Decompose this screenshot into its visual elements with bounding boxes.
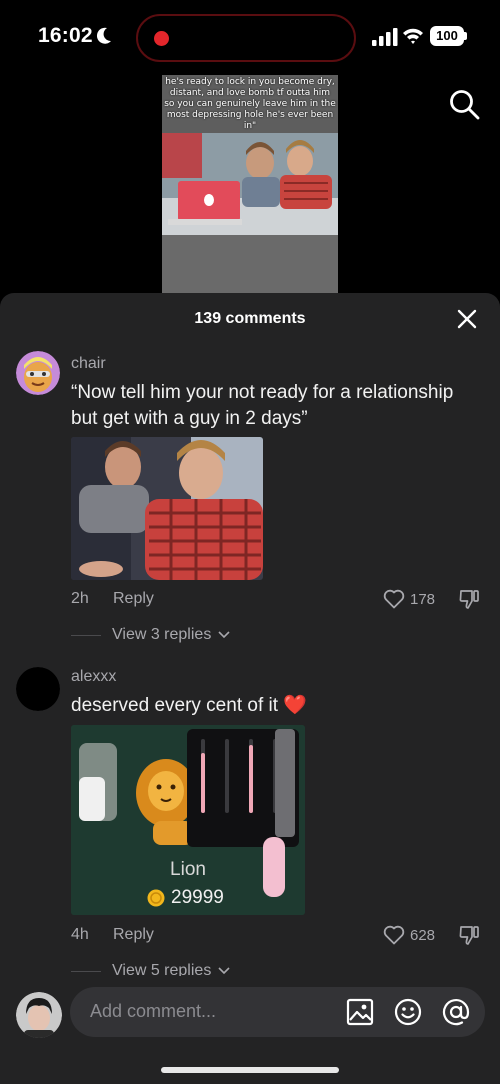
close-icon[interactable] <box>455 307 479 331</box>
dislike-icon[interactable] <box>458 924 480 946</box>
gift-price-value: 29999 <box>171 887 224 908</box>
comment-username[interactable]: chair <box>71 355 106 373</box>
gift-image[interactable]: Lion 29999 <box>71 725 305 915</box>
status-time: 16:02 <box>38 24 93 47</box>
current-user-avatar[interactable] <box>16 992 62 1038</box>
image-icon[interactable] <box>346 998 374 1026</box>
comment-text: deserved every cent of it ❤️ <box>71 695 307 716</box>
reply-button[interactable]: Reply <box>113 590 154 608</box>
battery-cap <box>464 32 467 40</box>
like-count: 178 <box>410 591 436 608</box>
battery-indicator: 100 <box>430 26 464 46</box>
comment-input-placeholder: Add comment... <box>90 1001 217 1021</box>
reply-button[interactable]: Reply <box>113 926 154 944</box>
home-indicator <box>161 1067 339 1073</box>
comment-username[interactable]: alexxx <box>71 668 116 686</box>
avatar[interactable] <box>16 667 60 711</box>
coin-icon <box>147 889 165 907</box>
mention-icon[interactable] <box>442 998 470 1026</box>
heart-icon[interactable] <box>383 589 405 609</box>
view-replies-button[interactable]: View 3 replies <box>112 626 230 644</box>
comment-composer: Add comment... <box>0 976 500 1084</box>
dislike-icon[interactable] <box>458 588 480 610</box>
heart-icon[interactable] <box>383 925 405 945</box>
comment-gif[interactable] <box>71 437 263 580</box>
comment-input[interactable]: Add comment... <box>70 987 485 1037</box>
dynamic-island <box>136 14 356 62</box>
moon-icon <box>96 27 111 44</box>
video-preview[interactable]: he's ready to lock in you become dry, di… <box>162 75 338 293</box>
chevron-down-icon <box>218 967 230 975</box>
comment-age: 2h <box>71 590 89 607</box>
like-count: 628 <box>410 927 436 944</box>
gift-name: Lion <box>170 859 206 880</box>
replies-divider <box>71 635 101 636</box>
video-caption-overlay: he's ready to lock in you become dry, di… <box>162 75 338 133</box>
signal-icon <box>372 28 398 46</box>
view-replies-label: View 3 replies <box>112 626 212 643</box>
video-frame <box>162 133 338 235</box>
comment-text: “Now tell him your not ready for a relat… <box>71 382 454 429</box>
chevron-down-icon <box>218 631 230 639</box>
comments-count-title: 139 comments <box>194 310 306 327</box>
wifi-icon <box>403 28 423 44</box>
status-bar: 16:02 100 <box>0 0 500 74</box>
comment-age: 4h <box>71 926 89 943</box>
search-icon[interactable] <box>448 88 480 120</box>
recording-indicator <box>154 31 169 46</box>
emoji-icon[interactable] <box>394 998 422 1026</box>
replies-divider <box>71 971 101 972</box>
avatar[interactable] <box>16 351 60 395</box>
comments-sheet: 139 comments chair “Now tell him your no… <box>0 293 500 1084</box>
